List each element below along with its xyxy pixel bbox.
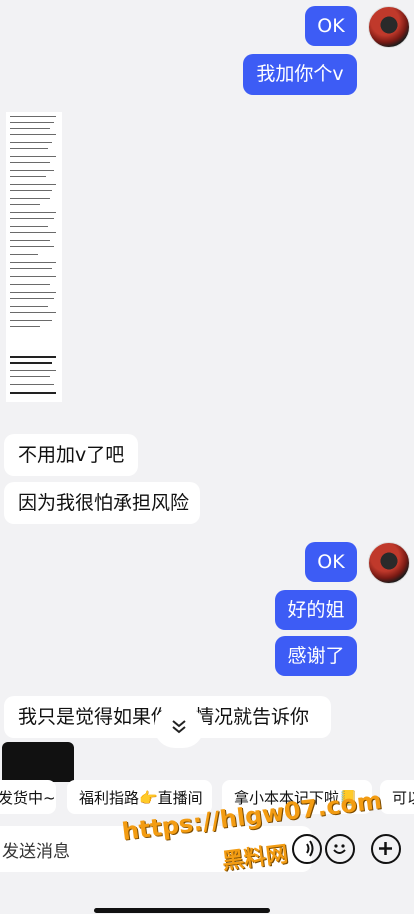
chevron-double-down-icon: [172, 720, 186, 734]
message-text: 感谢了: [287, 644, 345, 667]
message-bubble-out[interactable]: OK: [305, 542, 357, 582]
message-bubble-out[interactable]: 感谢了: [275, 636, 357, 676]
message-text: 好的姐: [287, 598, 345, 621]
plus-icon[interactable]: [371, 834, 401, 864]
avatar[interactable]: [368, 6, 410, 48]
chip-label: 发货中~: [0, 788, 56, 807]
chip-label: 可以: [392, 788, 414, 807]
avatar[interactable]: [368, 542, 410, 584]
quick-reply-chip[interactable]: 发货中~: [0, 780, 56, 814]
message-text: OK: [317, 14, 345, 37]
message-bubble-out[interactable]: OK: [305, 6, 357, 46]
voice-icon[interactable]: [292, 834, 322, 864]
video-thumbnail[interactable]: [2, 742, 74, 782]
message-text: OK: [317, 550, 345, 573]
message-bubble-in[interactable]: 因为我很怕承担风险: [4, 482, 200, 524]
message-text: 我加你个v: [256, 63, 344, 85]
home-indicator: [94, 908, 270, 913]
emoji-icon[interactable]: [325, 834, 355, 864]
message-text: 因为我很怕承担风险: [18, 491, 190, 514]
chip-label: 福利指路👉直播间: [79, 788, 203, 807]
quick-reply-chip[interactable]: 可以: [380, 780, 414, 814]
message-text: 不用加v了吧: [18, 443, 125, 466]
input-placeholder: 发送消息: [2, 841, 70, 862]
message-bubble-out[interactable]: 好的姐: [275, 590, 357, 630]
message-bubble-out[interactable]: 我加你个v: [243, 54, 357, 95]
document-image[interactable]: [6, 112, 62, 402]
message-bubble-in[interactable]: 不用加v了吧: [4, 434, 138, 476]
scroll-to-bottom-button[interactable]: [154, 706, 204, 748]
